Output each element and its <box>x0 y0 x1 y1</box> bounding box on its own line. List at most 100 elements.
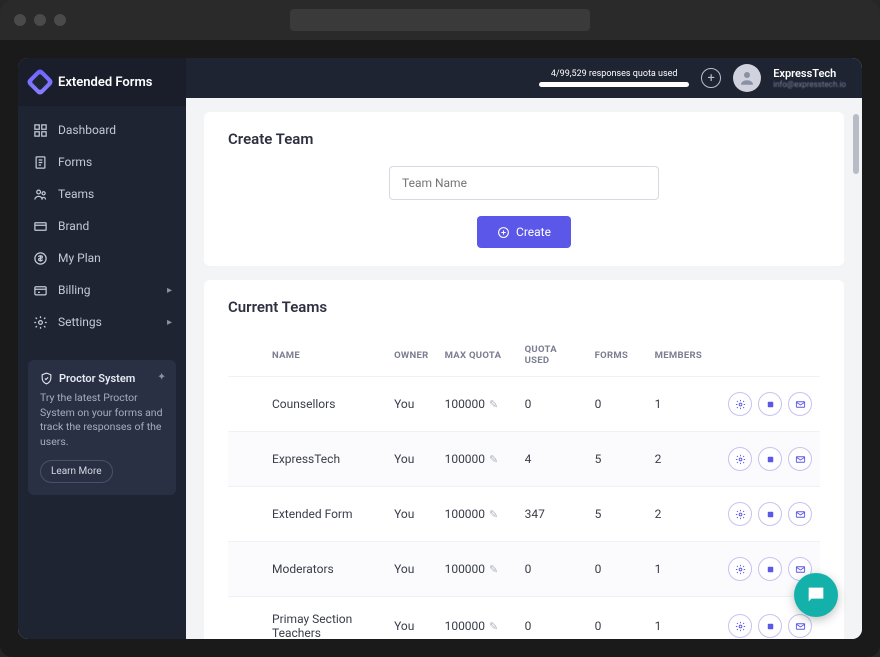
shield-icon <box>40 372 53 385</box>
sidebar-item-label: Teams <box>58 187 94 201</box>
cell-members: 1 <box>647 597 710 640</box>
cell-forms: 5 <box>587 487 647 542</box>
team-invite-button[interactable] <box>788 614 812 638</box>
cell-forms: 0 <box>587 542 647 597</box>
cell-name: ExpressTech <box>228 432 386 487</box>
brand-title: Extended Forms <box>58 75 152 90</box>
cell-name: Primay Section Teachers <box>228 597 386 640</box>
team-members-button[interactable] <box>758 502 782 526</box>
team-settings-button[interactable] <box>728 447 752 471</box>
promo-learn-button[interactable]: Learn More <box>40 460 113 483</box>
sidebar-item-brand[interactable]: Brand <box>18 210 186 242</box>
table-row: ExpressTechYou100000✎452 <box>228 432 820 487</box>
cell-max: 100000✎ <box>437 377 517 432</box>
quota-bar <box>539 82 689 87</box>
scrollbar[interactable] <box>853 114 859 629</box>
user-info[interactable]: ExpressTech info@expresstech.io <box>773 67 846 90</box>
team-name-input[interactable] <box>389 166 659 200</box>
sidebar-item-settings[interactable]: Settings ▸ <box>18 306 186 338</box>
os-window: Extended Forms DashboardForms Teams Brand M… <box>0 0 880 657</box>
user-sub: info@expresstech.io <box>773 80 846 90</box>
cell-members: 1 <box>647 377 710 432</box>
cell-members: 2 <box>647 487 710 542</box>
chat-fab[interactable] <box>794 573 838 617</box>
teams-icon <box>32 186 48 202</box>
nav: DashboardFormsTeamsBrandMy PlanBilling▸S… <box>18 106 186 346</box>
col-owner: OWNER <box>386 334 437 377</box>
team-settings-button[interactable] <box>728 392 752 416</box>
chevron-right-icon: ▸ <box>167 317 172 328</box>
cell-name: Counsellors <box>228 377 386 432</box>
cell-used: 347 <box>517 487 587 542</box>
table-row: ModeratorsYou100000✎001 <box>228 542 820 597</box>
settings-icon <box>32 314 48 330</box>
col-forms: FORMS <box>587 334 647 377</box>
brand[interactable]: Extended Forms <box>18 58 186 106</box>
edit-quota-icon[interactable]: ✎ <box>489 453 498 466</box>
main: 4/99,529 responses quota used + ExpressT… <box>186 58 862 639</box>
edit-quota-icon[interactable]: ✎ <box>489 508 498 521</box>
col-max: MAX QUOTA <box>437 334 517 377</box>
promo-body: Try the latest Proctor System on your fo… <box>40 391 164 450</box>
team-members-button[interactable] <box>758 557 782 581</box>
edit-quota-icon[interactable]: ✎ <box>489 563 498 576</box>
teams-table: NAME OWNER MAX QUOTA QUOTA USED FORMS ME… <box>228 334 820 639</box>
cell-actions <box>710 377 820 432</box>
cell-actions <box>710 487 820 542</box>
create-button-label: Create <box>516 225 551 239</box>
sidebar-item-dashboard[interactable]: Dashboard <box>18 114 186 146</box>
cell-used: 0 <box>517 377 587 432</box>
team-settings-button[interactable] <box>728 557 752 581</box>
cell-members: 1 <box>647 542 710 597</box>
edit-quota-icon[interactable]: ✎ <box>489 620 498 633</box>
table-row: Extended FormYou100000✎34752 <box>228 487 820 542</box>
topbar: 4/99,529 responses quota used + ExpressT… <box>186 58 862 98</box>
user-name: ExpressTech <box>773 67 846 80</box>
sidebar-item-teams[interactable]: Teams <box>18 178 186 210</box>
maximize-dot[interactable] <box>54 14 66 26</box>
promo-title: Proctor System <box>59 372 135 385</box>
quota-widget: 4/99,529 responses quota used <box>539 69 689 87</box>
sidebar-item-label: Settings <box>58 315 102 329</box>
sidebar-item-label: My Plan <box>58 251 101 265</box>
team-settings-button[interactable] <box>728 502 752 526</box>
current-teams-card: Current Teams NAME OWNER MAX QUOTA QUOTA… <box>204 280 844 639</box>
sidebar-item-forms[interactable]: Forms <box>18 146 186 178</box>
team-invite-button[interactable] <box>788 502 812 526</box>
team-members-button[interactable] <box>758 447 782 471</box>
sparkle-icon: ✦ <box>157 370 166 383</box>
team-invite-button[interactable] <box>788 392 812 416</box>
minimize-dot[interactable] <box>34 14 46 26</box>
address-bar[interactable] <box>290 9 590 31</box>
create-button[interactable]: Create <box>477 216 571 248</box>
titlebar <box>0 0 880 40</box>
team-members-button[interactable] <box>758 614 782 638</box>
add-button[interactable]: + <box>701 68 721 88</box>
cell-forms: 0 <box>587 597 647 640</box>
cell-owner: You <box>386 432 437 487</box>
avatar[interactable] <box>733 64 761 92</box>
sidebar-item-label: Billing <box>58 283 91 297</box>
cell-max: 100000✎ <box>437 432 517 487</box>
edit-quota-icon[interactable]: ✎ <box>489 398 498 411</box>
brand-logo-icon <box>26 68 54 96</box>
cell-max: 100000✎ <box>437 487 517 542</box>
dashboard-icon <box>32 122 48 138</box>
col-name: NAME <box>228 334 386 377</box>
cell-max: 100000✎ <box>437 542 517 597</box>
cell-actions <box>710 432 820 487</box>
team-invite-button[interactable] <box>788 447 812 471</box>
cell-used: 0 <box>517 542 587 597</box>
brand-icon <box>32 218 48 234</box>
team-settings-button[interactable] <box>728 614 752 638</box>
cell-name: Moderators <box>228 542 386 597</box>
plus-circle-icon <box>497 226 510 239</box>
sidebar-item-my-plan[interactable]: My Plan <box>18 242 186 274</box>
cell-name: Extended Form <box>228 487 386 542</box>
create-heading: Create Team <box>228 130 820 148</box>
team-members-button[interactable] <box>758 392 782 416</box>
quota-text: 4/99,529 responses quota used <box>551 69 678 79</box>
cell-forms: 0 <box>587 377 647 432</box>
close-dot[interactable] <box>14 14 26 26</box>
sidebar-item-billing[interactable]: Billing▸ <box>18 274 186 306</box>
